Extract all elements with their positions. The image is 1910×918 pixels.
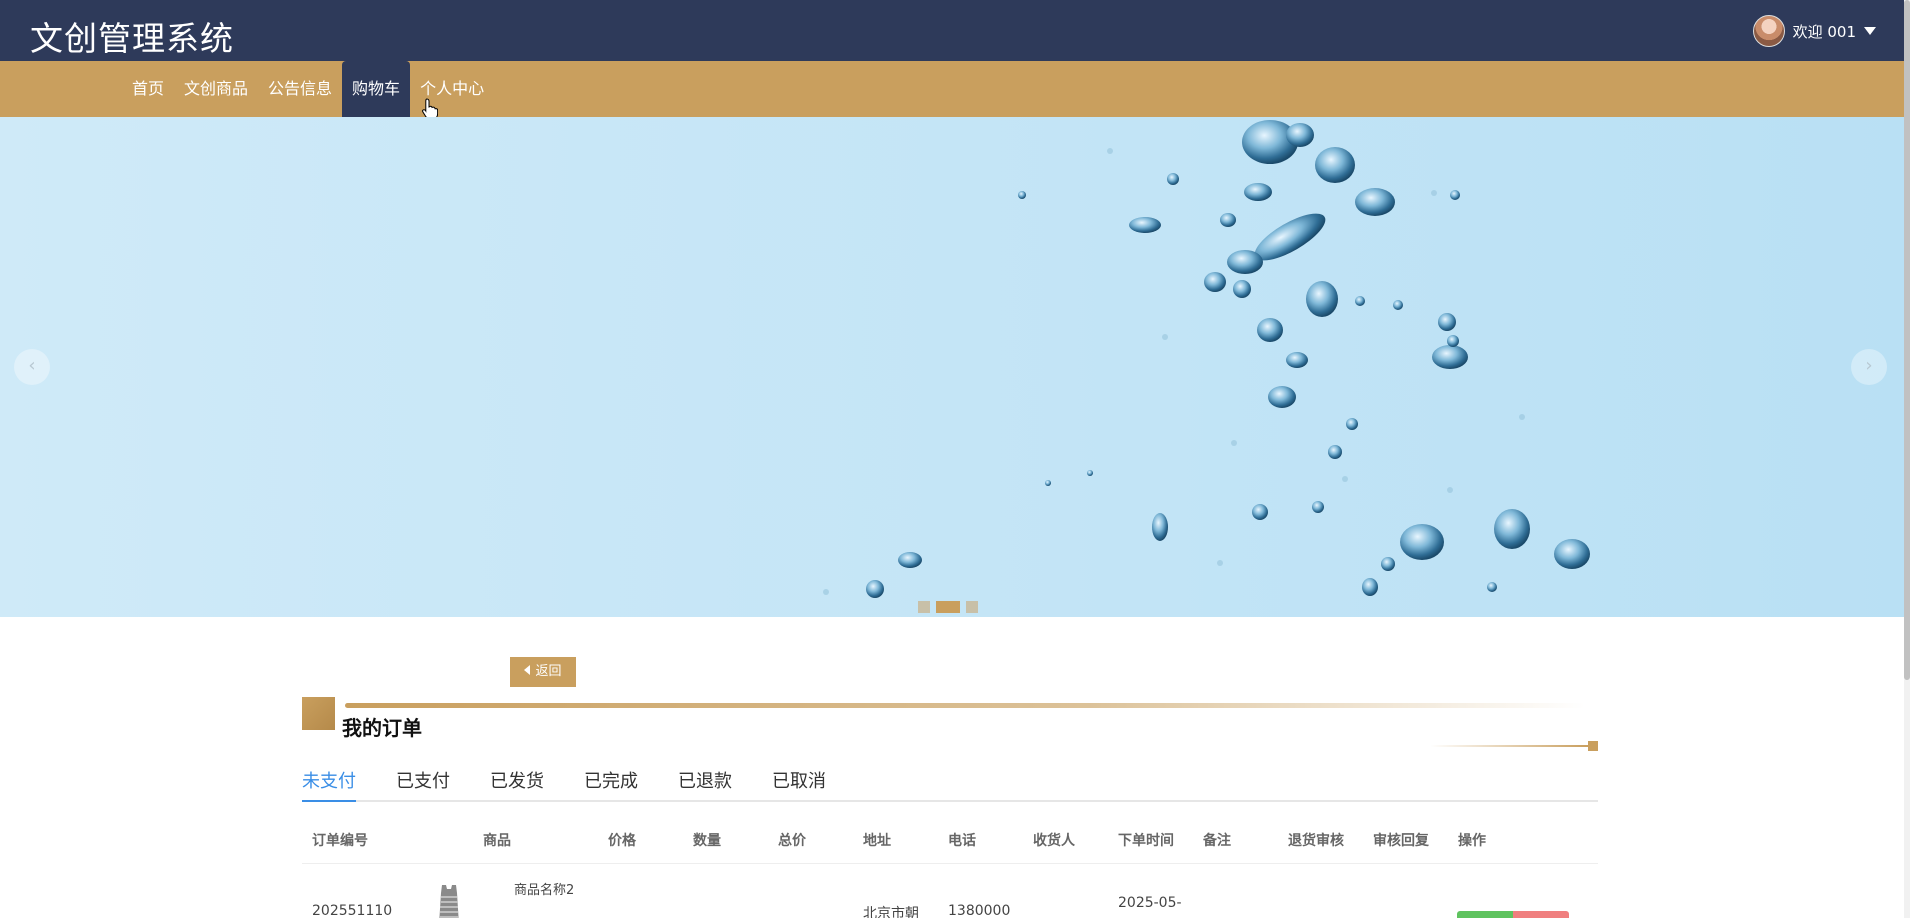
caret-down-icon[interactable] [1864, 27, 1876, 35]
welcome-text[interactable]: 欢迎 001 [1793, 21, 1856, 42]
column-header: 收货人 [1033, 833, 1075, 849]
tab-shipped[interactable]: 已发货 [490, 768, 544, 802]
column-header: 订单编号 [312, 833, 368, 849]
column-header: 商品 [483, 833, 511, 849]
order-time: 2025-05- [1118, 895, 1182, 911]
scrollbar-thumb[interactable] [1904, 0, 1910, 680]
order-address: 北京市朝 [863, 906, 919, 918]
column-header: 审核回复 [1373, 833, 1429, 849]
column-header: 地址 [863, 833, 891, 849]
column-header: 备注 [1203, 833, 1231, 849]
tab-paid[interactable]: 已支付 [396, 768, 450, 802]
tab-cancelled[interactable]: 已取消 [772, 768, 826, 802]
column-header: 操作 [1458, 833, 1486, 849]
carousel-dot[interactable] [966, 601, 978, 613]
column-header: 下单时间 [1118, 833, 1174, 849]
carousel-next-arrow[interactable]: › [1851, 349, 1887, 385]
title-decoration-line [345, 703, 1585, 708]
tab-refunded[interactable]: 已退款 [678, 768, 732, 802]
banner-carousel: ‹ › [0, 117, 1904, 617]
column-header: 退货审核 [1288, 833, 1344, 849]
order-status-tabs: 未支付 已支付 已发货 已完成 已退款 已取消 [302, 768, 1598, 802]
product-name: 商品名称2 [514, 883, 575, 898]
carousel-dot[interactable] [918, 601, 930, 613]
nav-item-notices[interactable]: 公告信息 [258, 61, 342, 117]
delete-button[interactable] [1513, 911, 1569, 918]
column-header: 总价 [778, 833, 806, 849]
order-number: 202551110 [312, 903, 393, 918]
user-menu[interactable]: 欢迎 001 [1752, 15, 1876, 47]
column-header: 价格 [608, 833, 636, 849]
title-decoration-line-right [1430, 745, 1588, 747]
nav-item-products[interactable]: 文创商品 [174, 61, 258, 117]
orders-table-header: 订单编号 商品 价格 数量 总价 地址 电话 收货人 下单时间 备注 退货审核 … [302, 820, 1598, 864]
avatar[interactable] [1752, 15, 1785, 47]
back-arrow-icon [524, 665, 531, 675]
pay-button[interactable] [1457, 911, 1513, 918]
title-decoration-square-right [1588, 741, 1598, 751]
main-nav: 首页 文创商品 公告信息 购物车 个人中心 [0, 61, 1904, 117]
tab-unpaid[interactable]: 未支付 [302, 768, 356, 802]
page-title: 我的订单 [342, 716, 422, 740]
app-title: 文创管理系统 [30, 19, 234, 58]
carousel-dot[interactable] [936, 601, 960, 613]
product-thumbnail[interactable] [434, 883, 464, 918]
column-header: 电话 [948, 833, 976, 849]
order-phone: 1380000 [948, 903, 1011, 918]
back-button[interactable]: 返回 [510, 657, 576, 687]
carousel-indicators [918, 601, 978, 613]
water-drops-image [823, 120, 1590, 598]
carousel-prev-arrow[interactable]: ‹ [14, 349, 50, 385]
top-header: 文创管理系统 欢迎 001 [0, 0, 1904, 61]
tab-completed[interactable]: 已完成 [584, 768, 638, 802]
nav-item-home[interactable]: 首页 [122, 61, 174, 117]
page-scrollbar[interactable] [1904, 0, 1910, 918]
title-decoration-square [302, 697, 335, 730]
table-row: 202551110 商品名称2 北京市朝 1380000 2025-05- [302, 865, 1598, 918]
column-header: 数量 [693, 833, 721, 849]
nav-item-cart[interactable]: 购物车 [342, 61, 411, 117]
